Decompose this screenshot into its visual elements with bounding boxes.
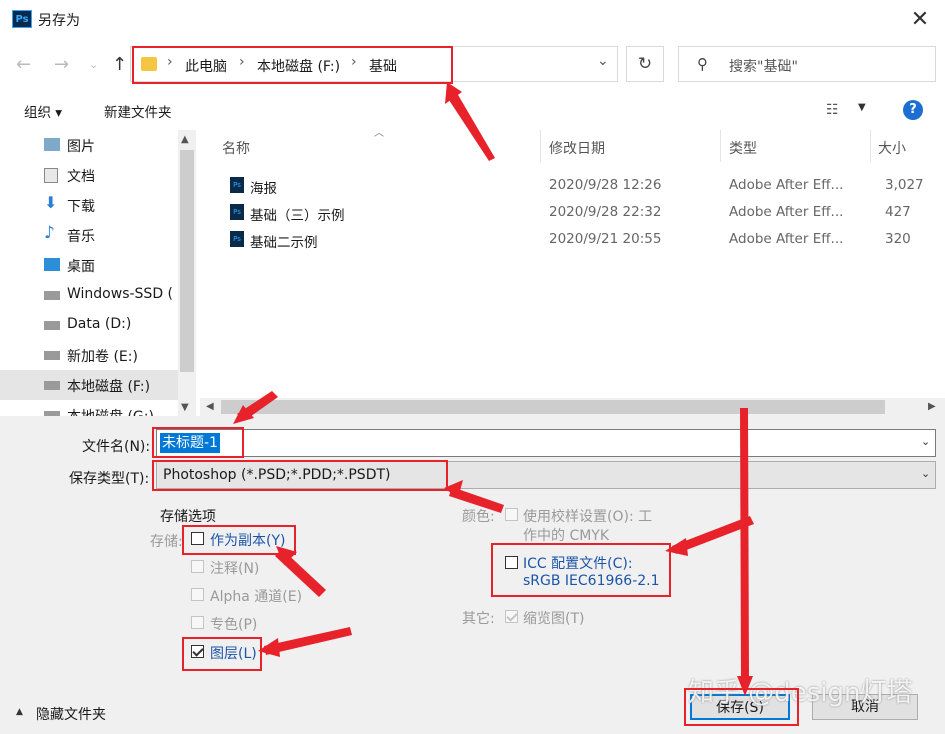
arrow-to-path (447, 88, 495, 161)
annotation-arrows (233, 82, 754, 696)
arrow-head-icc (665, 538, 688, 556)
arrow-head-save (737, 676, 753, 696)
arrow-to-save (740, 408, 749, 680)
